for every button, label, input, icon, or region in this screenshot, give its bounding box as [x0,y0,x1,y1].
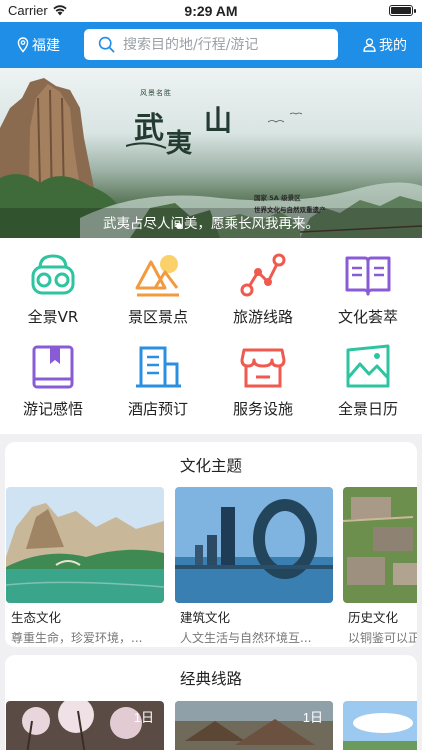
menu-item-culture[interactable]: 文化荟萃 [320,250,416,342]
route-card[interactable]: 1日 [6,701,164,750]
menu-label-vr: 全景VR [27,308,79,326]
vr-headset-icon [31,254,75,295]
route-card[interactable]: 1日 [175,701,333,750]
menu-label-scenic-spots: 景区景点 [127,308,188,326]
quick-menu: 全景VR 景区景点 旅游线路 文化荟萃 游记感悟 酒店预订 服务设施 全景日历 [0,238,422,434]
menu-label-routes: 旅游线路 [232,308,293,326]
route-card-image [343,701,417,750]
search-icon [98,36,115,53]
menu-item-scenic-spots[interactable]: 景区景点 [110,250,206,342]
user-icon [363,38,376,52]
culture-card-desc: 尊重生命，珍爱环境，... [11,631,143,645]
clock: 9:29 AM [184,3,238,19]
culture-card-name: 历史文化 [348,610,399,625]
banner-caption: 武夷占尽人间美，愿乘长风我再来。 [103,216,319,232]
route-card[interactable] [343,701,417,750]
top-header: 福建 我的 [0,22,422,68]
menu-item-panorama-calendar[interactable]: 全景日历 [320,342,416,434]
svg-text:山: 山 [204,104,232,137]
culture-card-architecture[interactable]: 建筑文化 人文生活与自然环境互... [175,487,333,646]
building-icon [136,346,181,388]
route-card-image: 1日 [6,701,164,750]
battery-icon [389,5,416,16]
route-days-badge: 1日 [133,710,154,725]
search-box[interactable] [84,29,338,60]
menu-label-panorama-calendar: 全景日历 [337,400,398,418]
storefront-icon [240,348,286,388]
culture-card-desc: 以铜鉴可以正衣冠 [348,631,417,645]
culture-card-history[interactable]: 历史文化 以铜鉴可以正衣冠 [343,487,417,646]
culture-card-image [343,487,417,603]
route-icon [240,253,286,297]
route-days-badge: 1日 [302,710,323,725]
culture-card-ecology[interactable]: 生态文化 尊重生命，珍爱环境，... [6,487,164,646]
menu-label-hotel: 酒店预订 [127,400,188,418]
menu-item-routes[interactable]: 旅游线路 [215,250,311,342]
menu-item-vr[interactable]: 全景VR [5,250,101,342]
menu-label-culture: 文化荟萃 [337,308,398,326]
svg-text:夷: 夷 [166,129,192,156]
bookmark-book-icon [32,345,74,389]
open-book-icon [345,256,391,296]
svg-text:武: 武 [134,111,164,146]
culture-card-name: 建筑文化 [180,610,231,625]
culture-card-image [175,487,333,603]
mountain-sun-icon [135,255,179,297]
location-pin-icon [17,37,29,53]
menu-item-travel-notes[interactable]: 游记感悟 [5,342,101,434]
banner-carousel[interactable]: 风景名胜 武 夷 山 国家 5A 级景区 世界文化与自然双重遗产 武夷占尽人间美… [0,68,422,238]
menu-item-facilities[interactable]: 服务设施 [215,342,311,434]
landscape-calendar-icon [346,344,390,388]
menu-label-facilities: 服务设施 [232,400,293,418]
culture-card-image [6,487,164,603]
banner-calligraphy-logo: 武 夷 山 [126,104,232,156]
my-account-label: 我的 [379,38,407,54]
culture-section-title: 文化主题 [179,457,242,475]
my-account-button[interactable]: 我的 [363,35,407,55]
status-bar: Carrier 9:29 AM [0,0,422,22]
location-label: 福建 [32,38,60,54]
culture-section: 文化主题 生态文化 尊重生命，珍爱环境，... 建筑文化 人文生活与自然环境互.… [5,442,417,647]
routes-section-title: 经典线路 [179,670,242,688]
location-selector[interactable]: 福建 [17,35,60,55]
culture-card-desc: 人文生活与自然环境互... [180,631,312,645]
menu-item-hotel[interactable]: 酒店预订 [110,342,206,434]
menu-label-travel-notes: 游记感悟 [22,400,83,418]
carousel-indicator-dot[interactable] [176,223,182,229]
classic-routes-section: 经典线路 1日 1日 [5,655,417,750]
route-card-image: 1日 [175,701,333,750]
search-input[interactable] [123,36,323,53]
culture-card-name: 生态文化 [11,610,62,625]
